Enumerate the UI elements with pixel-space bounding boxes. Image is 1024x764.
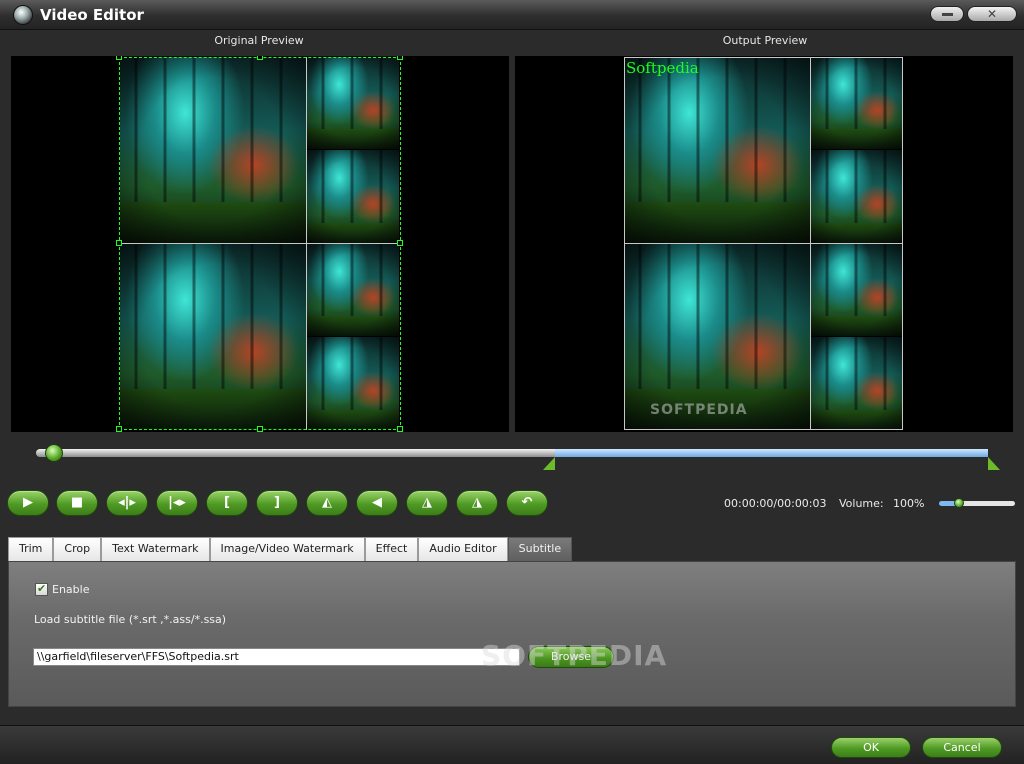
flip-horizontal-button[interactable]: ◭ — [306, 490, 348, 516]
crop-handle[interactable] — [397, 240, 403, 246]
original-preview — [11, 56, 509, 432]
output-preview-label: Output Preview — [722, 34, 808, 47]
flip-left-button[interactable]: ◮ — [406, 490, 448, 516]
rotate-left-button[interactable]: ◀ — [356, 490, 398, 516]
load-subtitle-label: Load subtitle file (*.srt ,*.ass/*.ssa) — [34, 613, 227, 626]
frame-divider — [810, 57, 811, 430]
volume-label: Volume: — [839, 497, 884, 510]
app-icon — [13, 5, 33, 25]
tab-effect[interactable]: Effect — [364, 537, 419, 561]
crop-handle[interactable] — [257, 56, 263, 60]
crop-area[interactable] — [119, 57, 401, 430]
tab-subtitle[interactable]: Subtitle — [507, 537, 573, 561]
bracket-left-icon: [ — [224, 495, 230, 510]
prev-frame-icon: ◂|▸ — [118, 495, 136, 510]
crop-handle[interactable] — [397, 426, 403, 432]
crop-handle[interactable] — [257, 426, 263, 432]
frame-divider — [624, 243, 903, 244]
tab-crop[interactable]: Crop — [53, 537, 102, 561]
preview-area: Original Preview Output Preview Softpedi… — [0, 31, 1024, 432]
crop-handle[interactable] — [116, 56, 122, 60]
tab-audio-editor[interactable]: Audio Editor — [418, 537, 508, 561]
crop-handle[interactable] — [397, 56, 403, 60]
tab-image-video-watermark[interactable]: Image/Video Watermark — [209, 537, 365, 561]
text-watermark: Softpedia — [626, 59, 699, 77]
trim-start-marker[interactable] — [543, 457, 555, 470]
prev-frame-button[interactable]: ◂|▸ — [106, 490, 148, 516]
tab-trim[interactable]: Trim — [8, 537, 54, 561]
close-button[interactable]: ✕ — [967, 6, 1017, 22]
original-preview-label: Original Preview — [214, 34, 304, 47]
next-frame-button[interactable]: |◂▸ — [156, 490, 198, 516]
flip-horizontal-icon: ◭ — [322, 495, 332, 510]
volume-slider[interactable] — [939, 501, 1015, 506]
timeline-selection — [555, 449, 988, 457]
timeline-playhead[interactable] — [45, 444, 63, 462]
crop-handle[interactable] — [116, 240, 122, 246]
cancel-button[interactable]: Cancel — [922, 737, 1002, 758]
ok-button[interactable]: OK — [831, 737, 911, 758]
bracket-right-icon: ] — [274, 495, 280, 510]
enable-label: Enable — [52, 583, 90, 596]
image-watermark: SOFTPEDIA — [650, 402, 748, 418]
rotate-left-icon: ◀ — [372, 495, 382, 510]
tab-text-watermark[interactable]: Text Watermark — [101, 537, 210, 561]
enable-checkbox[interactable] — [35, 582, 48, 596]
trim-end-marker[interactable] — [988, 457, 1000, 470]
timecode-display: 00:00:00/00:00:03 — [724, 497, 827, 510]
crop-handle[interactable] — [116, 426, 122, 432]
volume-slider-handle[interactable] — [954, 498, 964, 508]
stop-icon: ■ — [70, 495, 84, 510]
flip-right-icon: ◮ — [472, 495, 482, 510]
subtitle-file-input[interactable]: \\garfield\fileserver\FFS\Softpedia.srt — [33, 648, 520, 666]
set-end-button[interactable]: ] — [256, 490, 298, 516]
volume-value: 100% — [893, 497, 925, 510]
minimize-button[interactable] — [930, 6, 964, 22]
play-button[interactable]: ▶ — [7, 490, 49, 516]
undo-button[interactable]: ↶ — [506, 490, 548, 516]
stop-button[interactable]: ■ — [56, 490, 98, 516]
softpedia-watermark: SOFTPEDIA — [481, 639, 668, 672]
flip-left-icon: ◮ — [422, 495, 432, 510]
undo-icon: ↶ — [521, 495, 533, 510]
set-start-button[interactable]: [ — [206, 490, 248, 516]
window-title: Video Editor — [40, 6, 144, 24]
next-frame-icon: |◂▸ — [168, 495, 186, 510]
editor-tabs: Trim Crop Text Watermark Image/Video Wat… — [8, 537, 573, 561]
output-preview: Softpedia SOFTPEDIA — [515, 56, 1013, 432]
flip-right-button[interactable]: ◮ — [456, 490, 498, 516]
title-bar: Video Editor ✕ — [0, 0, 1024, 30]
play-icon: ▶ — [23, 495, 33, 510]
subtitle-panel: Enable Load subtitle file (*.srt ,*.ass/… — [8, 561, 1016, 707]
dialog-footer: OK Cancel — [0, 725, 1024, 764]
